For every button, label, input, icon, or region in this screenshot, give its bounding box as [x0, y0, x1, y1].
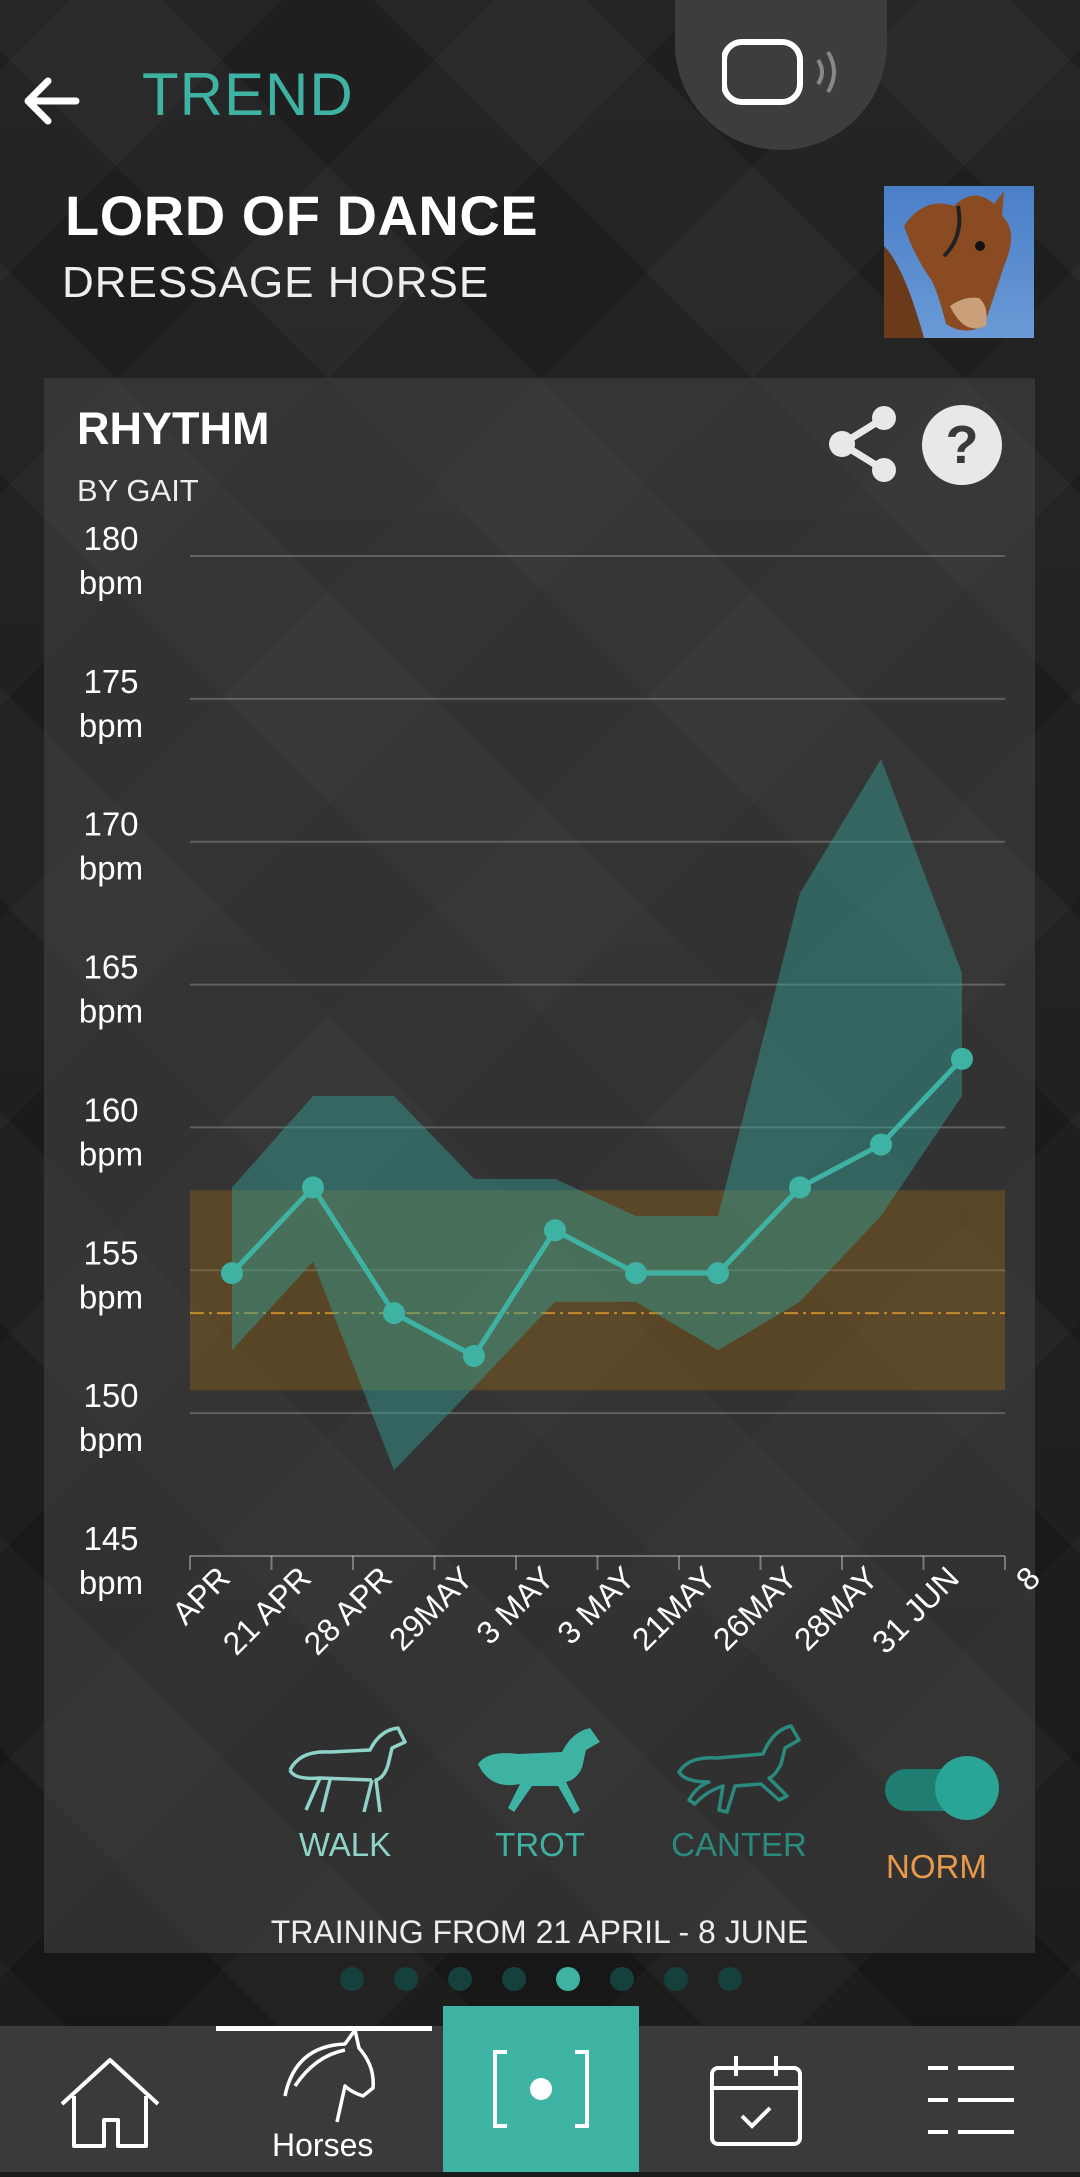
y-tick-label: 175 — [83, 663, 138, 700]
walk-horse-icon — [288, 1726, 407, 1813]
training-range: TRAINING FROM 21 APRIL - 8 JUNE — [270, 1914, 809, 1950]
page-dot[interactable] — [340, 1967, 364, 1991]
y-tick-unit: bpm — [79, 1135, 143, 1172]
x-tick-label: 3 MAY — [469, 1559, 561, 1651]
data-point — [544, 1219, 566, 1242]
page-dot[interactable] — [502, 1967, 526, 1991]
x-tick-label: APR — [165, 1559, 237, 1631]
x-tick-label: 28 APR — [297, 1559, 399, 1661]
menu-icon[interactable] — [900, 2026, 1040, 2172]
x-tick-label: 28MAY — [787, 1559, 885, 1657]
rhythm-chart: 180 bpm 175 bpm 170 bpm 165 bpm 160 bpm 155 bpm 150 b… — [79, 520, 1047, 1662]
x-tick-label: 21MAY — [625, 1559, 723, 1657]
gait-canter-toggle[interactable]: CANTER — [668, 1720, 810, 1864]
page-dot[interactable] — [556, 1967, 580, 1991]
gait-canter-label: CANTER — [671, 1826, 807, 1863]
gait-trot-toggle[interactable]: TROT — [470, 1720, 610, 1864]
x-tick-label: 31 JUN — [865, 1559, 966, 1660]
x-tick-label: 3 MAY — [550, 1559, 642, 1651]
page-dot[interactable] — [664, 1967, 688, 1991]
y-tick-label: 150 — [83, 1377, 138, 1414]
data-point — [221, 1262, 243, 1285]
x-tick-label: 8 — [1009, 1559, 1047, 1597]
calendar-icon[interactable] — [686, 2026, 826, 2172]
y-tick-label: 155 — [83, 1234, 138, 1271]
y-tick-unit: bpm — [79, 1564, 143, 1601]
trot-horse-icon — [478, 1728, 600, 1814]
norm-label: NORM — [886, 1848, 987, 1885]
y-tick-unit: bpm — [79, 850, 143, 887]
y-tick-label: 180 — [83, 520, 138, 557]
y-tick-unit: bpm — [79, 993, 143, 1030]
record-icon — [493, 2050, 589, 2128]
canter-horse-icon — [677, 1724, 801, 1814]
y-tick-label: 170 — [83, 806, 138, 843]
x-tick-label: 21 APR — [216, 1559, 318, 1661]
home-icon[interactable] — [40, 2026, 180, 2172]
y-tick-label: 165 — [83, 949, 138, 986]
data-point — [383, 1302, 405, 1325]
record-button[interactable] — [443, 2006, 639, 2172]
data-point — [625, 1262, 647, 1285]
norm-toggle-knob — [935, 1756, 999, 1820]
y-tick-unit: bpm — [79, 1421, 143, 1458]
data-point — [951, 1047, 973, 1070]
gait-walk-toggle[interactable]: WALK — [275, 1720, 415, 1864]
data-point — [463, 1345, 485, 1367]
data-point — [707, 1262, 729, 1285]
x-tick-label: 29MAY — [382, 1559, 480, 1657]
x-tick-label: 26MAY — [706, 1559, 804, 1657]
gait-trot-label: TROT — [495, 1826, 585, 1863]
y-tick-unit: bpm — [79, 1278, 143, 1315]
y-tick-label: 160 — [83, 1091, 138, 1128]
page-dot[interactable] — [394, 1967, 418, 1991]
y-tick-label: 145 — [83, 1520, 138, 1557]
page-indicator — [0, 1967, 1080, 1997]
page-dot[interactable] — [718, 1967, 742, 1991]
norm-toggle[interactable] — [885, 1756, 1000, 1820]
y-tick-unit: bpm — [79, 564, 143, 601]
data-point — [870, 1133, 892, 1156]
data-point — [789, 1176, 811, 1199]
y-tick-unit: bpm — [79, 707, 143, 744]
nav-horses-label: Horses — [272, 2127, 374, 2163]
page-dot[interactable] — [448, 1967, 472, 1991]
gait-walk-label: WALK — [298, 1826, 392, 1863]
page-dot[interactable] — [610, 1967, 634, 1991]
data-point — [302, 1176, 324, 1199]
